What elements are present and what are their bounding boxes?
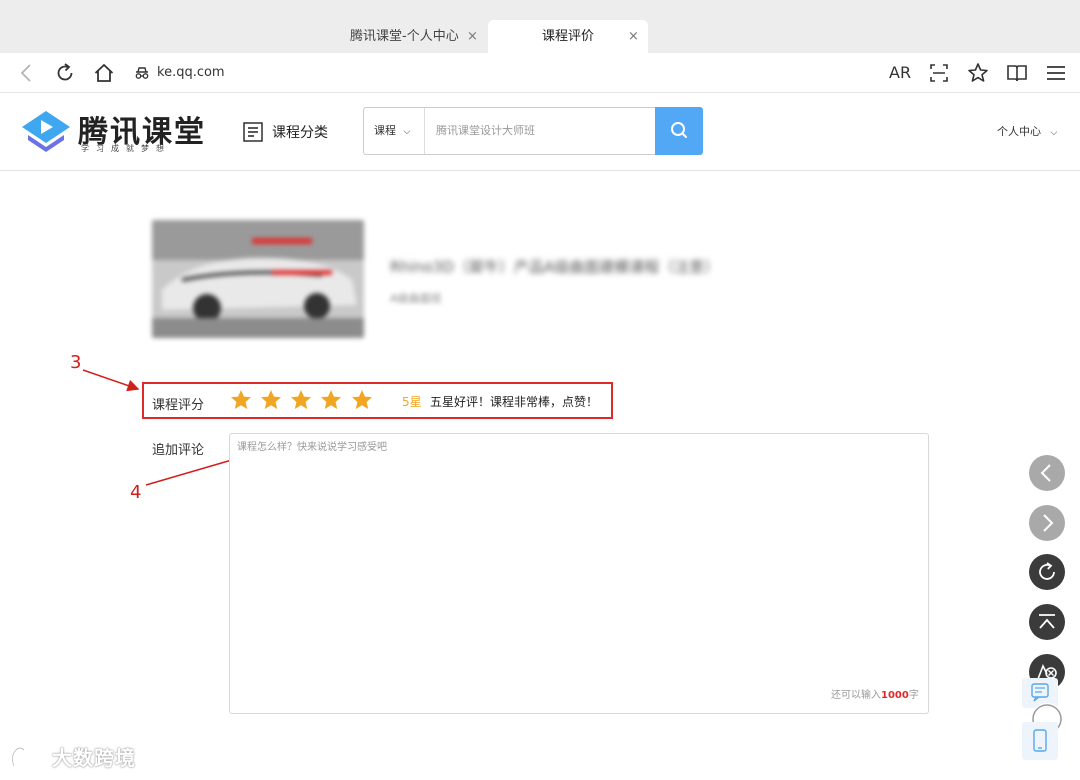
reload-icon[interactable]: [53, 61, 77, 85]
menu-icon[interactable]: [1044, 61, 1068, 85]
tab-close-icon[interactable]: ×: [628, 20, 639, 53]
address-bar-url[interactable]: ke.qq.com: [157, 65, 225, 80]
comment-textarea[interactable]: [229, 433, 929, 714]
refresh-button[interactable]: [1029, 554, 1065, 590]
logo-slogan: 学习成就梦想: [81, 144, 171, 153]
bookmark-star-icon[interactable]: [966, 61, 990, 85]
tab-course-review[interactable]: 课程评价 ×: [488, 20, 648, 53]
home-icon[interactable]: [92, 61, 116, 85]
char-remaining-counter: 还可以输入1000字: [831, 686, 919, 701]
prev-page-button[interactable]: [1029, 455, 1065, 491]
annotation-number-3: 3: [70, 352, 82, 373]
course-subtitle: A级曲面班: [390, 292, 442, 305]
chevron-left-icon: [1029, 455, 1065, 491]
search-input[interactable]: [426, 108, 654, 154]
course-thumbnail[interactable]: [152, 220, 364, 338]
mobile-phone-icon: [1022, 722, 1058, 760]
tencent-classroom-logo-icon[interactable]: [18, 107, 74, 155]
category-list-icon[interactable]: [242, 121, 264, 143]
chevron-down-icon: ⌵: [403, 127, 411, 137]
chevron-down-icon: ⌵: [1050, 128, 1058, 138]
reader-book-icon[interactable]: [1005, 61, 1029, 85]
rating-star-icon[interactable]: [319, 388, 343, 412]
browser-tab-strip: 腾讯课堂-个人中心 × 课程评价 ×: [0, 0, 1080, 53]
user-center-menu[interactable]: 个人中心 ⌵: [997, 123, 1057, 139]
rating-star-icon[interactable]: [350, 388, 374, 412]
tab-personal-center[interactable]: 腾讯课堂-个人中心 ×: [332, 20, 488, 53]
course-title[interactable]: Rhino3D（犀牛）产品A级曲面建模课程（注意）: [390, 256, 719, 277]
ar-button[interactable]: AR: [889, 63, 911, 82]
scan-icon[interactable]: [927, 61, 951, 85]
site-header: 腾讯课堂 学习成就梦想 课程分类 课程 ⌵ 个人中心 ⌵: [0, 93, 1080, 171]
search-button[interactable]: [655, 107, 703, 155]
rating-star-icon[interactable]: [229, 388, 253, 412]
rating-score: 5星: [402, 395, 422, 409]
user-center-label: 个人中心: [997, 125, 1041, 138]
search-icon: [671, 122, 687, 138]
annotation-number-4: 4: [130, 482, 142, 503]
search-box: 课程 ⌵: [363, 107, 655, 155]
tab-close-icon[interactable]: ×: [467, 20, 478, 53]
comment-label: 追加评论: [152, 443, 205, 458]
annotation-arrows: [82, 369, 244, 486]
char-remaining-suffix: 字: [908, 690, 919, 701]
char-remaining-prefix: 还可以输入: [831, 690, 881, 701]
incognito-icon: [132, 63, 152, 83]
search-type-label: 课程: [374, 124, 396, 137]
browser-toolbar: ke.qq.com AR: [0, 53, 1080, 93]
search-type-select[interactable]: 课程 ⌵: [364, 108, 425, 154]
tab-title: 课程评价: [542, 29, 595, 44]
refresh-icon: [1029, 554, 1065, 590]
rating-star-icon[interactable]: [289, 388, 313, 412]
watermark-text: 大数跨境: [52, 746, 136, 770]
tab-title: 腾讯课堂-个人中心: [350, 29, 459, 44]
char-remaining-number: 1000: [881, 690, 909, 701]
back-to-top-button[interactable]: [1029, 604, 1065, 640]
chevron-right-icon: [1029, 505, 1065, 541]
mobile-view-button[interactable]: [1022, 722, 1058, 760]
scroll-top-icon: [1029, 604, 1065, 640]
category-menu-label[interactable]: 课程分类: [272, 122, 328, 142]
rating-label: 课程评分: [152, 398, 205, 413]
rating-description: 五星好评！课程非常棒，点赞！: [430, 395, 599, 409]
back-icon[interactable]: [15, 61, 39, 85]
watermark-logo-icon: [8, 744, 48, 770]
next-page-button[interactable]: [1029, 505, 1065, 541]
rating-star-icon[interactable]: [259, 388, 283, 412]
